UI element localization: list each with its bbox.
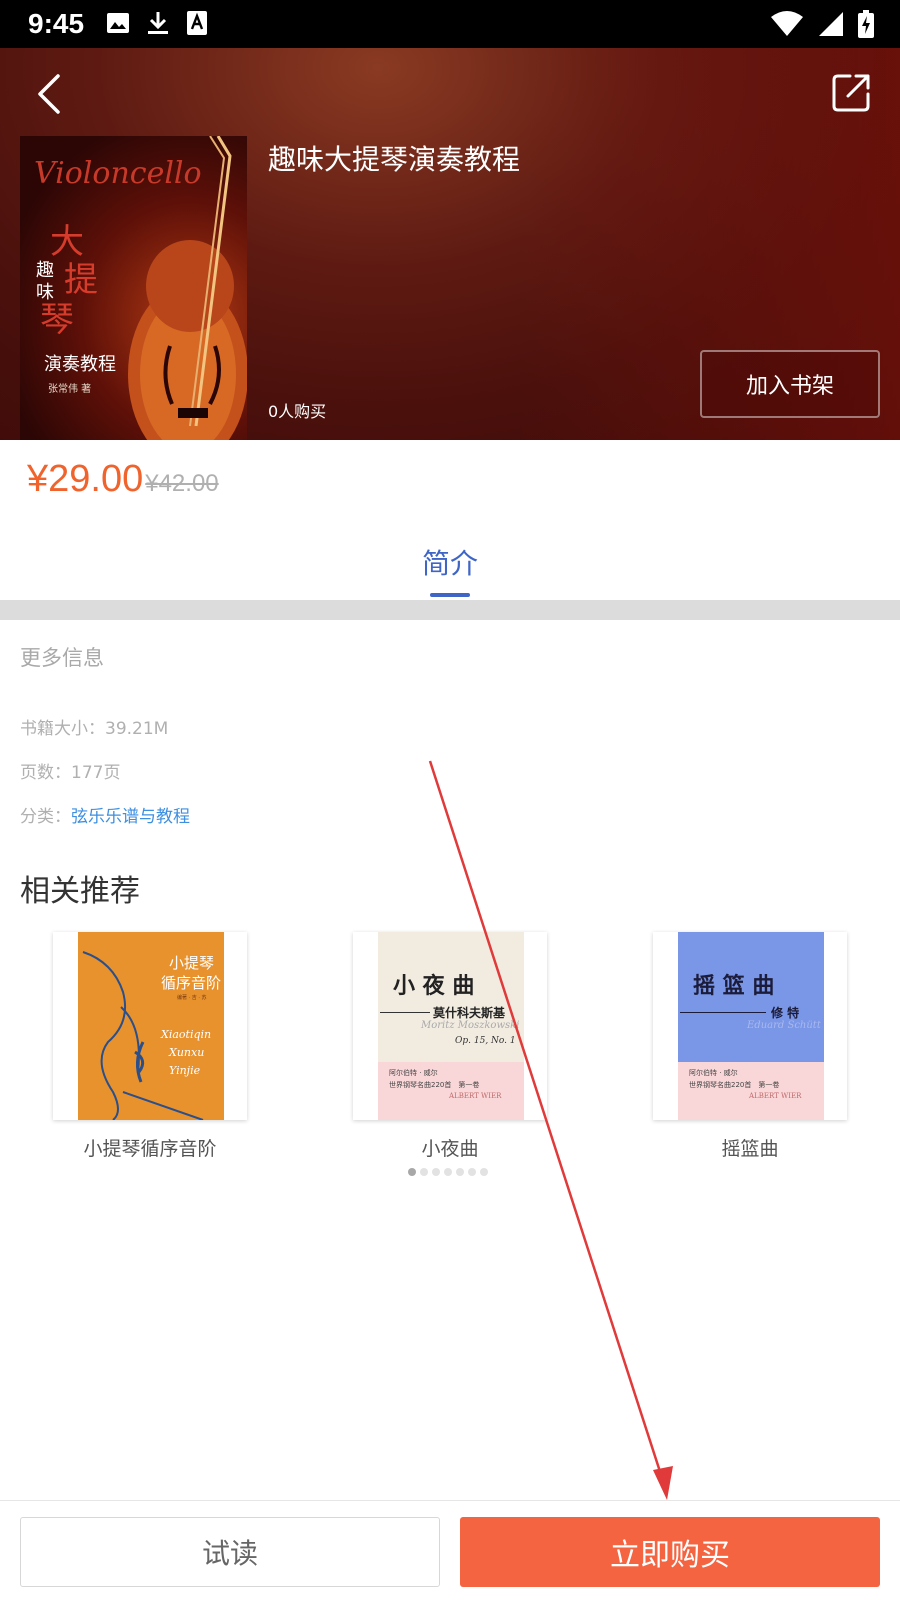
bottom-action-bar: 试读 立即购买 xyxy=(0,1500,900,1600)
cover-series-cn: 阿尔伯特 · 威尔 xyxy=(689,1069,738,1077)
battery-charging-icon xyxy=(858,10,874,38)
cover-title: 摇 篮 曲 xyxy=(693,973,775,999)
pager-dot xyxy=(420,1168,428,1176)
category-row: 分类：弦乐乐谱与教程 xyxy=(20,802,190,827)
share-icon xyxy=(832,74,870,112)
violin-outline-illustration xyxy=(82,951,204,1120)
cover-rule xyxy=(380,1012,430,1013)
tab-active-indicator xyxy=(430,593,470,597)
book-size-row: 书籍大小：39.21M xyxy=(20,714,168,739)
add-to-shelf-button[interactable]: 加入书架 xyxy=(700,350,880,418)
tab-intro[interactable]: 简介 xyxy=(400,542,500,582)
recommend-item-violin-scales[interactable]: 小提琴 循序音阶 Xiaotiqin Xunxu Yinjie 编著 · 吉 ·… xyxy=(53,932,247,1161)
page-count-label: 页数： xyxy=(20,763,71,783)
pager-dot xyxy=(468,1168,476,1176)
text-a-icon xyxy=(187,11,207,35)
pager-dot xyxy=(432,1168,440,1176)
cover-series-en: ALBERT WIER xyxy=(449,1092,502,1100)
status-system-icons xyxy=(770,10,874,38)
book-size-value: 39.21M xyxy=(105,719,169,739)
buy-now-button[interactable]: 立即购买 xyxy=(460,1517,880,1587)
cover-series-desc: 世界钢琴名曲220首 第一卷 xyxy=(689,1081,780,1089)
recommend-item-label: 小夜曲 xyxy=(421,1138,479,1160)
recommend-item-label: 摇篮曲 xyxy=(721,1138,779,1160)
cover-opus: Op. 15, No. 1 xyxy=(455,1036,516,1046)
book-size-label: 书籍大小： xyxy=(20,719,105,739)
back-button[interactable] xyxy=(26,70,70,118)
download-icon xyxy=(148,12,168,34)
pager-dot xyxy=(480,1168,488,1176)
cover-title: 小 夜 曲 xyxy=(393,973,475,999)
category-link[interactable]: 弦乐乐谱与教程 xyxy=(71,807,190,827)
cover-script-title: Violoncello xyxy=(34,156,202,191)
cover-small-char-2: 味 xyxy=(36,282,54,303)
book-header: Violoncello 大 提 琴 趣 味 演奏教程 张常伟 著 趣味大提琴演奏… xyxy=(0,48,900,440)
cover-composer-en: Moritz Moszkowski xyxy=(421,1020,520,1031)
status-time: 9:45 xyxy=(28,8,85,39)
cover-series-cn: 阿尔伯特 · 威尔 xyxy=(389,1069,438,1077)
cover-title-line-2: 循序音阶 xyxy=(161,974,222,992)
signal-icon xyxy=(819,12,843,36)
current-price: ¥29.00 xyxy=(27,458,144,500)
recommend-item-label: 小提琴循序音阶 xyxy=(83,1138,217,1160)
recommend-title: 相关推荐 xyxy=(20,874,140,909)
cover-author: 编著 · 吉 · 苏 xyxy=(177,995,207,1001)
cover-composer-en: Eduard Schütt xyxy=(747,1020,821,1031)
cover-title-line-1: 小提琴 xyxy=(169,954,215,972)
book-cover: Violoncello 大 提 琴 趣 味 演奏教程 张常伟 著 xyxy=(20,136,247,440)
cover-rule xyxy=(680,1012,766,1013)
page-count-row: 页数：177页 xyxy=(20,758,120,783)
share-button[interactable] xyxy=(830,70,874,114)
cover-script-3: Yinjie xyxy=(169,1064,201,1077)
try-read-button[interactable]: 试读 xyxy=(20,1517,440,1587)
cover-composer-cn: 修 特 xyxy=(771,1006,800,1020)
status-notification-icons xyxy=(106,10,208,36)
recommend-cover: 摇 篮 曲 修 特 Eduard Schütt 阿尔伯特 · 威尔 世界钢琴名曲… xyxy=(653,932,847,1120)
cover-script-2: Xunxu xyxy=(169,1046,205,1059)
recommend-cover: 小提琴 循序音阶 Xiaotiqin Xunxu Yinjie 编著 · 吉 ·… xyxy=(53,932,247,1120)
cover-author: 张常伟 著 xyxy=(48,384,92,395)
cover-composer-cn: 莫什科夫斯基 xyxy=(433,1006,506,1020)
category-label: 分类： xyxy=(20,807,71,827)
pager-dot xyxy=(444,1168,452,1176)
original-price: ¥42.00 xyxy=(145,470,219,497)
image-icon xyxy=(107,13,129,33)
cover-series-desc: 世界钢琴名曲220首 第一卷 xyxy=(389,1081,480,1089)
carousel-pager xyxy=(408,1168,488,1176)
price-row: ¥29.00 ¥42.00 xyxy=(27,458,219,501)
pager-dot xyxy=(456,1168,464,1176)
buyer-count: 0人购买 xyxy=(268,402,327,421)
recommend-item-serenade[interactable]: 小 夜 曲 莫什科夫斯基 Moritz Moszkowski Op. 15, N… xyxy=(353,932,547,1161)
cover-subtitle: 演奏教程 xyxy=(44,354,116,375)
cover-series-en: ALBERT WIER xyxy=(749,1092,802,1100)
wifi-icon xyxy=(771,11,803,36)
pager-dot xyxy=(408,1168,416,1176)
cover-script-1: Xiaotiqin xyxy=(161,1028,212,1041)
recommend-item-lullaby[interactable]: 摇 篮 曲 修 特 Eduard Schütt 阿尔伯特 · 威尔 世界钢琴名曲… xyxy=(653,932,847,1161)
section-divider xyxy=(0,600,900,620)
recommend-cover: 小 夜 曲 莫什科夫斯基 Moritz Moszkowski Op. 15, N… xyxy=(353,932,547,1120)
page-count-value: 177页 xyxy=(71,763,121,783)
chevron-left-icon xyxy=(38,74,60,114)
more-info-title: 更多信息 xyxy=(20,646,104,670)
status-bar: 9:45 xyxy=(0,0,900,48)
book-title: 趣味大提琴演奏教程 xyxy=(268,143,521,176)
